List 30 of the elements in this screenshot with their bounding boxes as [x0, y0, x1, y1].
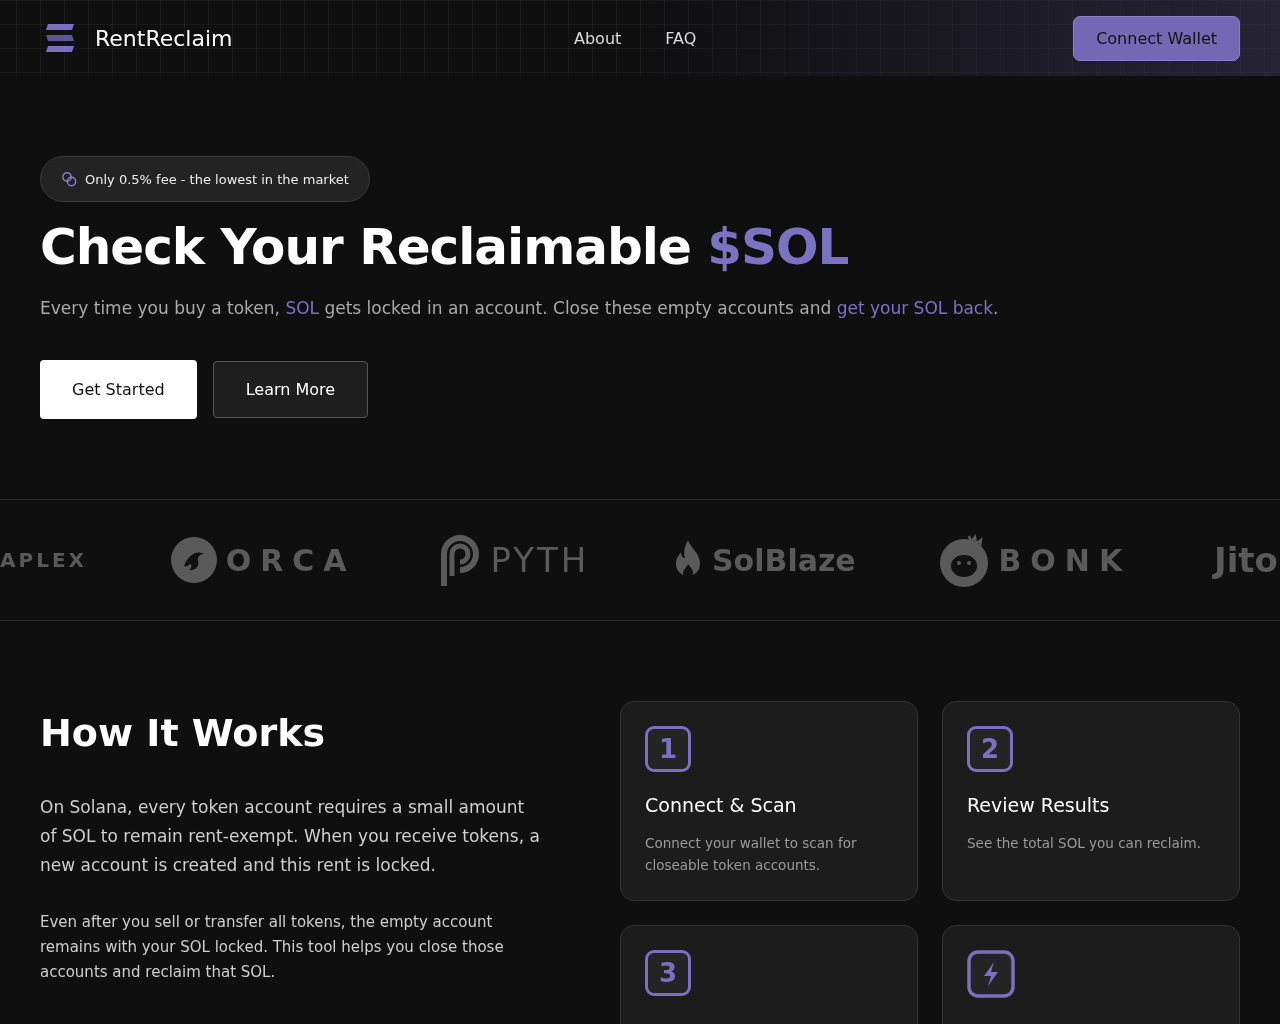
- badge-text: Only 0.5% fee - the lowest in the market: [85, 171, 349, 187]
- dog-circle-icon: [938, 532, 991, 588]
- step-number: 1: [645, 726, 691, 772]
- step-title: Review Results: [967, 794, 1111, 816]
- brand-name: RentReclaim: [95, 25, 233, 51]
- learn-more-button[interactable]: Learn More: [212, 361, 369, 418]
- step-number: 2: [967, 726, 1013, 772]
- description-paragraph: Even after you sell or transfer all tokens, the empty account remains with your SOL locked. This tool helps you close those accounts and reclaim that SOL.: [40, 912, 505, 983]
- whale-circle-icon: [169, 536, 218, 584]
- hero-title: Check Your Reclaimable $SOL: [40, 218, 850, 276]
- hero-subtitle: Every time you buy a token, SOL gets locked in an account. Close these empty accounts and get your SOL back.: [40, 298, 1000, 318]
- section-title: How It Works: [40, 711, 327, 755]
- step-title: Connect & Scan: [645, 794, 798, 816]
- connect-wallet-button[interactable]: Connect Wallet: [1073, 15, 1240, 61]
- step-description: See the total SOL you can reclaim.: [967, 834, 1202, 853]
- step-description: Connect your wallet to scan for closeable token accounts.: [645, 834, 858, 875]
- description-paragraph: On Solana, every token account requires a small amount of SOL to remain rent-exempt. When you receive tokens, a new account is created and this rent is locked.: [40, 796, 540, 877]
- stacked-bars-logo-icon: [44, 23, 76, 53]
- nav-link[interactable]: About: [574, 28, 622, 48]
- partner-name: BONK: [998, 542, 1132, 578]
- partner-name: ORCA: [225, 542, 356, 578]
- coins-icon: [61, 171, 77, 187]
- partner-name: PYTH: [490, 540, 590, 580]
- partner-name: APLEX: [0, 548, 87, 572]
- step-number: 3: [645, 950, 691, 996]
- nav-link[interactable]: FAQ: [665, 28, 697, 48]
- get-started-button[interactable]: Get Started: [40, 360, 197, 419]
- partner-name: Jito: [1214, 540, 1278, 580]
- lightning-bolt-icon: [967, 950, 1015, 998]
- partner-name: SolBlaze: [712, 542, 856, 578]
